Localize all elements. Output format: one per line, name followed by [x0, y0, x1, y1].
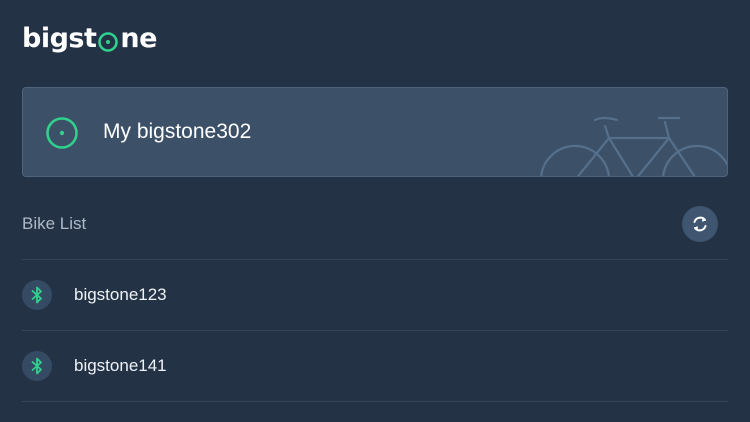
bike-list-title: Bike List	[22, 214, 87, 233]
bike-name: bigstone123	[74, 285, 167, 304]
target-o-icon	[97, 29, 119, 52]
list-item[interactable]: bigstone141	[22, 331, 728, 401]
bike-list-header: Bike List	[22, 205, 728, 243]
bluetooth-icon	[22, 280, 52, 310]
divider	[22, 401, 728, 402]
brand-logo: bigst ne	[22, 20, 157, 56]
current-bike-card[interactable]: My bigstone302	[22, 87, 728, 177]
target-icon	[45, 116, 79, 150]
refresh-button[interactable]	[682, 206, 718, 242]
bicycle-illustration	[537, 98, 727, 176]
current-bike-title: My bigstone302	[103, 120, 252, 143]
logo-text-start: bigst	[22, 22, 97, 54]
refresh-icon	[693, 216, 707, 232]
bluetooth-icon	[22, 351, 52, 381]
bike-name: bigstone141	[74, 356, 167, 375]
logo-text-end: ne	[120, 22, 157, 54]
list-item[interactable]: bigstone123	[22, 260, 728, 330]
